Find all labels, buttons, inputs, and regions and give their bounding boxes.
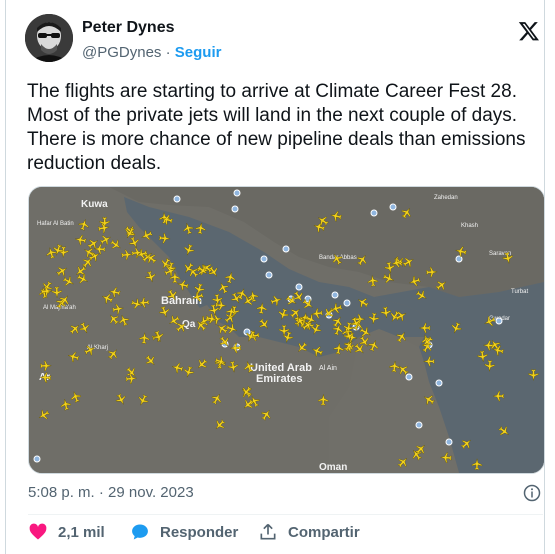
airport-marker bbox=[295, 283, 303, 291]
airport-marker bbox=[233, 189, 241, 197]
like-button[interactable]: 2,1 mil bbox=[28, 522, 105, 542]
author-handle[interactable]: @PGDynes bbox=[82, 44, 161, 61]
map-label-turbat: Turbat bbox=[511, 289, 528, 295]
tweet-line: There is more chance of new pipeline dea… bbox=[27, 129, 526, 150]
x-logo-icon[interactable] bbox=[518, 20, 540, 42]
airport-marker bbox=[445, 438, 453, 446]
map-label-oman: Oman bbox=[319, 462, 347, 473]
share-icon bbox=[260, 523, 276, 540]
follow-button[interactable]: Seguir bbox=[175, 44, 222, 61]
map-label-kuwait: Kuwa bbox=[81, 199, 108, 210]
map-label-hafar: Hafar Al Batin bbox=[37, 221, 74, 227]
tweet-text: The flights are starting to arrive at Cl… bbox=[27, 80, 542, 176]
airport-marker bbox=[231, 205, 239, 213]
author-handle-row: @PGDynes · Seguir bbox=[82, 44, 221, 61]
divider bbox=[28, 514, 543, 515]
airport-marker bbox=[173, 195, 181, 203]
heart-icon bbox=[29, 523, 47, 540]
tweet-line: The flights are starting to arrive at Cl… bbox=[27, 81, 517, 102]
map-canvas: KuwaHafar Al BatinBahrainQaUnited ArabEm… bbox=[29, 187, 544, 473]
tweet-line: Most of the private jets will land in th… bbox=[27, 105, 518, 126]
author-name[interactable]: Peter Dynes bbox=[82, 19, 175, 37]
airport-marker bbox=[282, 245, 290, 253]
airport-marker bbox=[435, 379, 443, 387]
tweet-line: reduction deals. bbox=[27, 153, 162, 174]
airport-marker bbox=[343, 299, 351, 307]
airport-marker bbox=[495, 317, 503, 325]
avatar[interactable] bbox=[25, 14, 73, 62]
tweet-card: Peter Dynes @PGDynes · Seguir The flight… bbox=[5, 0, 545, 554]
airport-marker bbox=[33, 455, 41, 463]
reply-button[interactable]: Responder bbox=[130, 522, 238, 542]
airport-marker bbox=[331, 291, 339, 299]
airport-marker bbox=[260, 255, 268, 263]
timestamp[interactable]: 5:08 p. m. · 29 nov. 2023 bbox=[28, 484, 194, 501]
map-label-zahedan: Zahedan bbox=[434, 195, 458, 201]
airport-marker bbox=[415, 421, 423, 429]
map-label-ain: Al Ain bbox=[319, 365, 337, 372]
airport-marker bbox=[370, 209, 378, 217]
airport-marker bbox=[389, 203, 397, 211]
flight-map-image[interactable]: Kuwa Hafar Al Batin Bahrain Qa United Arab Em… bbox=[28, 186, 545, 474]
airport-marker bbox=[455, 255, 463, 263]
speech-bubble-icon bbox=[132, 524, 148, 540]
map-label-uae2: Emirates bbox=[256, 373, 302, 385]
reply-label: Responder bbox=[160, 523, 239, 541]
airport-marker bbox=[405, 373, 413, 381]
separator: · bbox=[165, 44, 171, 61]
share-button[interactable]: Compartir bbox=[258, 522, 360, 542]
like-count: 2,1 mil bbox=[58, 523, 105, 541]
share-label: Compartir bbox=[288, 523, 360, 541]
map-label-khash: Khash bbox=[461, 223, 478, 229]
airport-marker bbox=[265, 271, 273, 279]
info-icon[interactable] bbox=[523, 484, 541, 502]
